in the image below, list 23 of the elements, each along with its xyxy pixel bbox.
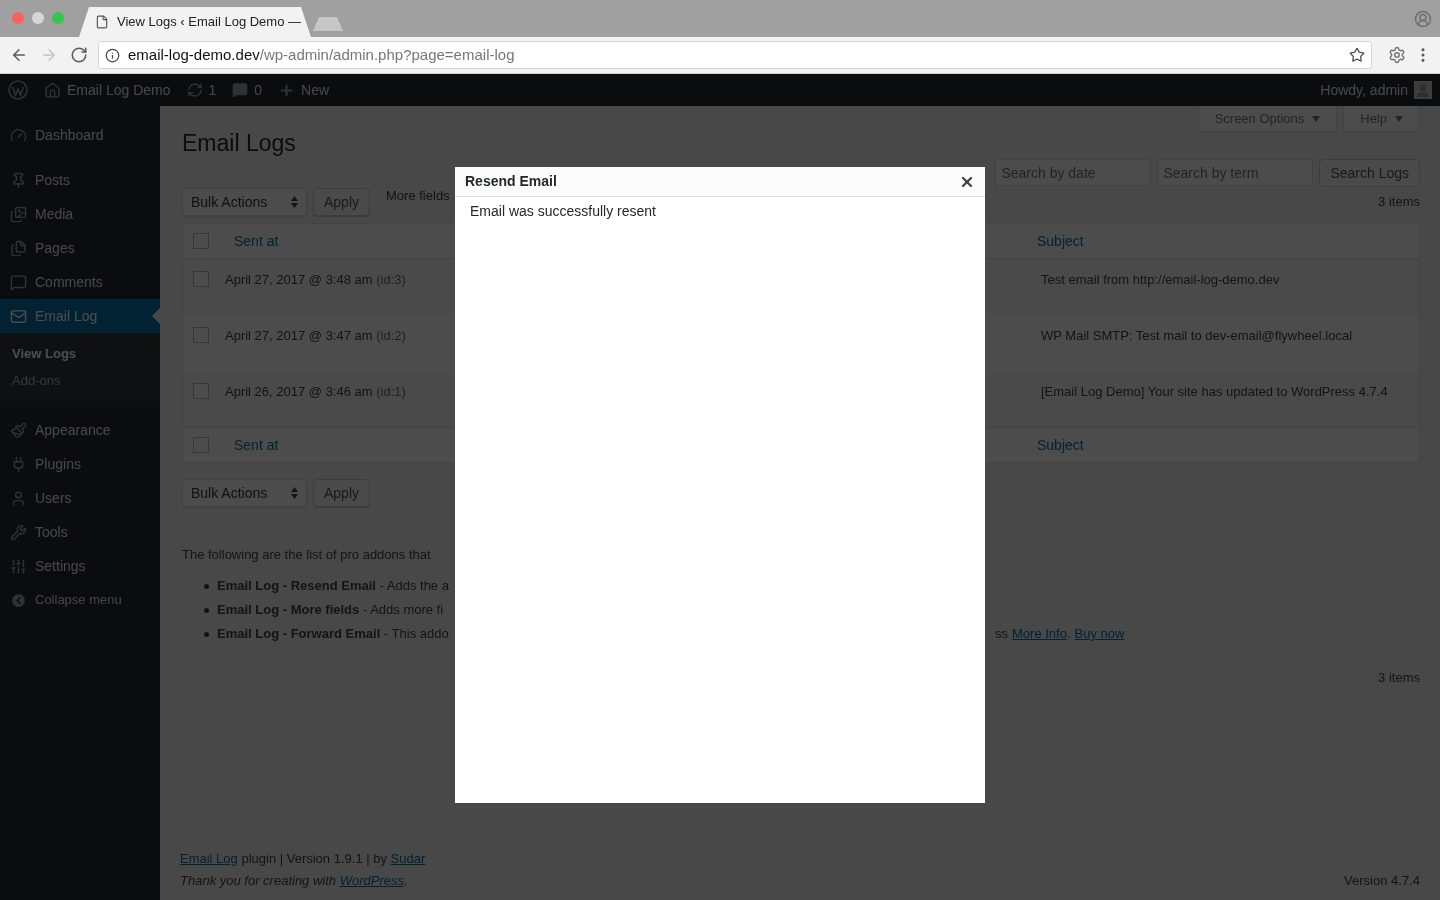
reload-icon[interactable] bbox=[70, 46, 88, 64]
subject-cell-text: WP Mail SMTP: Test mail to dev-email@flywheel.local bbox=[1041, 327, 1353, 345]
gear-icon[interactable] bbox=[1388, 46, 1406, 64]
separator-text: . bbox=[1066, 625, 1071, 644]
minimize-window-icon[interactable] bbox=[32, 11, 44, 24]
close-window-icon[interactable] bbox=[12, 11, 24, 24]
zoom-window-icon[interactable] bbox=[52, 11, 64, 24]
browser-tab[interactable]: View Logs ‹ Email Log Demo — bbox=[79, 7, 311, 37]
wordpress-link[interactable]: WordPress bbox=[339, 872, 404, 888]
star-icon[interactable] bbox=[1349, 47, 1365, 63]
back-icon[interactable] bbox=[10, 46, 28, 64]
page-icon bbox=[95, 15, 109, 29]
info-icon bbox=[105, 47, 120, 63]
address-bar[interactable]: email-log-demo.dev/wp-admin/admin.php?page=email-log bbox=[98, 41, 1372, 69]
url-text: email-log-demo.dev/wp-admin/admin.php?page=email-log bbox=[128, 44, 515, 65]
profile-icon[interactable] bbox=[1414, 9, 1432, 28]
tab-title: View Logs ‹ Email Log Demo — bbox=[117, 13, 301, 32]
author-link[interactable]: Sudar bbox=[390, 851, 426, 866]
page-title: Email Logs bbox=[182, 129, 296, 158]
dialog-title: Resend Email bbox=[465, 172, 557, 191]
dialog-message: Email was successfully resent bbox=[469, 202, 657, 221]
new-tab-button[interactable] bbox=[313, 17, 343, 31]
plugin-link[interactable]: Email Log bbox=[180, 851, 238, 866]
